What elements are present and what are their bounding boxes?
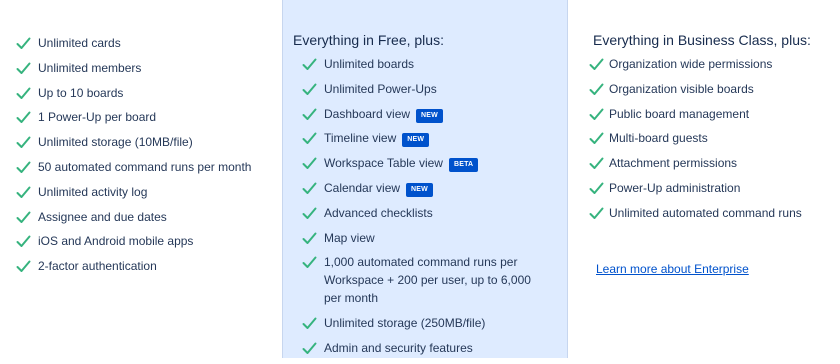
feature-item: Workspace Table view BETA: [283, 154, 563, 173]
checkmark-icon: [16, 235, 31, 248]
checkmark-icon: [589, 132, 604, 145]
new-badge: NEW: [402, 133, 430, 148]
feature-item: Unlimited Power-Ups: [283, 80, 563, 98]
free-feature-list: Unlimited cards Unlimited members Up to …: [0, 34, 270, 282]
checkmark-icon: [16, 111, 31, 124]
checkmark-icon: [589, 182, 604, 195]
free-plan-column: Unlimited cards Unlimited members Up to …: [0, 0, 282, 358]
checkmark-icon: [589, 58, 604, 71]
feature-item: Up to 10 boards: [0, 84, 270, 102]
checkmark-icon: [16, 211, 31, 224]
feature-item: Calendar view NEW: [283, 179, 563, 197]
checkmark-icon: [16, 62, 31, 75]
enterprise-feature-list: Organization wide permissions Organizati…: [568, 55, 840, 229]
feature-item: Map view: [283, 229, 563, 247]
feature-item: Assignee and due dates: [0, 208, 270, 226]
checkmark-icon: [302, 207, 317, 220]
feature-item: Multi-board guests: [568, 129, 840, 147]
checkmark-icon: [302, 232, 317, 245]
feature-item: Unlimited boards: [283, 55, 563, 73]
feature-item: Power-Up administration: [568, 179, 840, 197]
feature-item: Unlimited cards: [0, 34, 270, 52]
feature-item: Timeline view NEW: [283, 129, 563, 148]
feature-item: 2-factor authentication: [0, 257, 270, 275]
checkmark-icon: [16, 87, 31, 100]
checkmark-icon: [16, 136, 31, 149]
feature-item: Admin and security features: [283, 339, 563, 357]
feature-item: Unlimited storage (10MB/file): [0, 133, 270, 151]
checkmark-icon: [302, 58, 317, 71]
checkmark-icon: [302, 157, 317, 170]
feature-item: 50 automated command runs per month: [0, 158, 270, 176]
new-badge: NEW: [406, 182, 433, 197]
beta-badge: BETA: [448, 158, 479, 173]
column-heading: Everything in Business Class, plus:: [593, 32, 811, 48]
feature-item: Unlimited automated command runs: [568, 204, 840, 222]
feature-item: Unlimited members: [0, 59, 270, 77]
checkmark-icon: [16, 260, 31, 273]
new-badge: NEW: [416, 108, 443, 123]
checkmark-icon: [589, 207, 604, 220]
enterprise-plan-column: Everything in Business Class, plus: Orga…: [568, 0, 840, 358]
checkmark-icon: [302, 83, 317, 96]
checkmark-icon: [589, 83, 604, 96]
checkmark-icon: [16, 186, 31, 199]
column-heading: Everything in Free, plus:: [293, 32, 444, 48]
checkmark-icon: [302, 256, 317, 269]
checkmark-icon: [302, 317, 317, 330]
feature-item: Public board management: [568, 105, 840, 123]
feature-item: Unlimited storage (250MB/file): [283, 314, 563, 332]
standard-plan-column: Everything in Free, plus: Unlimited boar…: [282, 0, 568, 358]
feature-item: Advanced checklists: [283, 204, 563, 222]
feature-item: Dashboard view NEW: [283, 105, 563, 123]
checkmark-icon: [302, 108, 317, 121]
feature-item: Organization visible boards: [568, 80, 840, 98]
checkmark-icon: [302, 342, 317, 355]
feature-item: 1 Power-Up per board: [0, 108, 270, 126]
checkmark-icon: [16, 161, 31, 174]
learn-more-enterprise-link[interactable]: Learn more about Enterprise: [596, 262, 749, 276]
feature-item: Attachment permissions: [568, 154, 840, 172]
feature-item: Unlimited activity log: [0, 183, 270, 201]
checkmark-icon: [589, 108, 604, 121]
checkmark-icon: [302, 132, 317, 145]
feature-item: 1,000 automated command runs per Workspa…: [283, 253, 563, 307]
checkmark-icon: [302, 182, 317, 195]
checkmark-icon: [589, 157, 604, 170]
feature-item: iOS and Android mobile apps: [0, 232, 270, 250]
feature-item: Organization wide permissions: [568, 55, 840, 73]
checkmark-icon: [16, 37, 31, 50]
standard-feature-list: Unlimited boards Unlimited Power-Ups Das…: [283, 55, 563, 364]
